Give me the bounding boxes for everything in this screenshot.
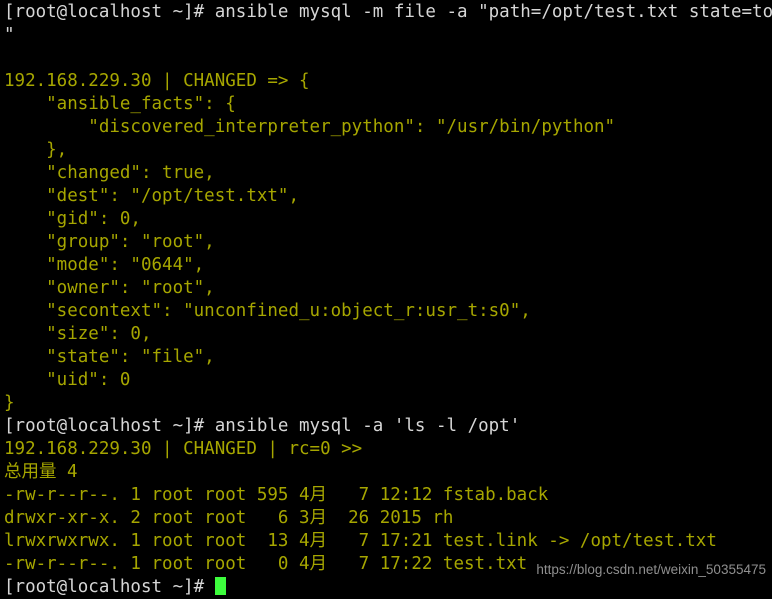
terminal-line-cmd1-wrap: " — [4, 25, 15, 45]
text-cursor[interactable] — [214, 577, 226, 595]
terminal-line-mode: "mode": "0644", — [4, 255, 205, 275]
terminal-screen[interactable]: [root@localhost ~]# ansible mysql -m fil… — [4, 1, 772, 597]
terminal-line-owner: "owner": "root", — [4, 278, 215, 298]
terminal-line-state: "state": "file", — [4, 347, 215, 367]
terminal-line-dest: "dest": "/opt/test.txt", — [4, 186, 300, 206]
terminal-line-blank1 — [4, 47, 772, 70]
terminal-line-size: "size": 0, — [4, 324, 152, 344]
watermark-url: https://blog.csdn.net/weixin_50355475 — [536, 562, 766, 577]
terminal-line-file-rh: drwxr-xr-x. 2 root root 6 3月 26 2015 rh — [4, 508, 454, 528]
terminal-line-changed: "changed": true, — [4, 163, 215, 183]
terminal-line-total: 总用量 4 — [4, 462, 78, 482]
terminal-line-group: "group": "root", — [4, 232, 215, 252]
terminal-line-facts-close: }, — [4, 140, 68, 160]
terminal-line-facts-open: "ansible_facts": { — [4, 94, 236, 114]
terminal-window[interactable]: [root@localhost ~]# ansible mysql -m fil… — [0, 0, 772, 597]
terminal-line-gid: "gid": 0, — [4, 209, 141, 229]
shell-prompt: [root@localhost ~]# — [4, 577, 215, 597]
terminal-line-json-close: } — [4, 393, 15, 413]
terminal-line-interpreter: "discovered_interpreter_python": "/usr/b… — [4, 117, 616, 137]
terminal-line-file-fstab: -rw-r--r--. 1 root root 595 4月 7 12:12 f… — [4, 485, 549, 505]
terminal-line-host2: 192.168.229.30 | CHANGED | rc=0 >> — [4, 439, 363, 459]
terminal-line-cmd2: [root@localhost ~]# ansible mysql -a 'ls… — [4, 416, 521, 436]
terminal-line-uid: "uid": 0 — [4, 370, 131, 390]
terminal-line-cmd1: [root@localhost ~]# ansible mysql -m fil… — [4, 2, 772, 22]
terminal-line-secontext: "secontext": "unconfined_u:object_r:usr_… — [4, 301, 531, 321]
terminal-line-host1: 192.168.229.30 | CHANGED => { — [4, 71, 310, 91]
terminal-line-final-prompt[interactable]: [root@localhost ~]# — [4, 576, 772, 599]
terminal-line-file-testlink: lrwxrwxrwx. 1 root root 13 4月 7 17:21 te… — [4, 531, 717, 551]
